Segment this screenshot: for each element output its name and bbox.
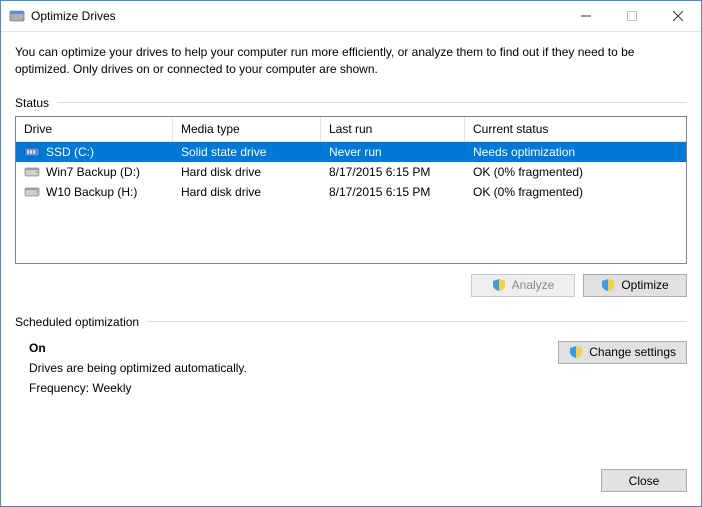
- scheduled-section: On Drives are being optimized automatica…: [15, 341, 687, 401]
- optimize-drives-window: Optimize Drives You can optimize your dr…: [0, 0, 702, 507]
- footer: Close: [15, 469, 687, 492]
- scheduled-text: On Drives are being optimized automatica…: [29, 341, 558, 401]
- cell-drive: W10 Backup (H:): [16, 184, 173, 200]
- minimize-button[interactable]: [563, 1, 609, 31]
- cell-media: Solid state drive: [173, 145, 321, 159]
- cell-drive: Win7 Backup (D:): [16, 164, 173, 180]
- close-button[interactable]: [655, 1, 701, 31]
- maximize-button[interactable]: [609, 1, 655, 31]
- window-title: Optimize Drives: [31, 9, 563, 23]
- cell-drive: SSD (C:): [16, 144, 173, 160]
- table-row[interactable]: W10 Backup (H:) Hard disk drive8/17/2015 …: [16, 182, 686, 202]
- cell-status: OK (0% fragmented): [465, 165, 686, 179]
- change-settings-button[interactable]: Change settings: [558, 341, 687, 364]
- scheduled-section-header: Scheduled optimization: [15, 315, 687, 329]
- divider: [147, 321, 687, 322]
- col-header-status[interactable]: Current status: [465, 117, 686, 141]
- shield-icon: [569, 345, 583, 359]
- scheduled-description: Drives are being optimized automatically…: [29, 361, 558, 375]
- drive-name: Win7 Backup (D:): [46, 165, 140, 179]
- scheduled-frequency: Frequency: Weekly: [29, 381, 558, 395]
- status-section-header: Status: [15, 96, 687, 110]
- drive-name: SSD (C:): [46, 145, 94, 159]
- col-header-last[interactable]: Last run: [321, 117, 465, 141]
- col-header-drive[interactable]: Drive: [16, 117, 173, 141]
- drives-table[interactable]: Drive Media type Last run Current status…: [15, 116, 687, 264]
- cell-media: Hard disk drive: [173, 165, 321, 179]
- window-body: You can optimize your drives to help you…: [1, 32, 701, 506]
- cell-last: Never run: [321, 145, 465, 159]
- table-header: Drive Media type Last run Current status: [16, 117, 686, 142]
- divider: [57, 102, 687, 103]
- table-row[interactable]: Win7 Backup (D:) Hard disk drive8/17/2015…: [16, 162, 686, 182]
- intro-text: You can optimize your drives to help you…: [15, 44, 687, 78]
- scheduled-state: On: [29, 341, 558, 355]
- optimize-label: Optimize: [621, 278, 668, 292]
- cell-media: Hard disk drive: [173, 185, 321, 199]
- optimize-button[interactable]: Optimize: [583, 274, 687, 297]
- table-body: SSD (C:) Solid state driveNever runNeeds …: [16, 142, 686, 202]
- close-label: Close: [629, 474, 660, 488]
- titlebar: Optimize Drives: [1, 1, 701, 32]
- status-label: Status: [15, 96, 49, 110]
- action-buttons: Analyze Optimize: [15, 274, 687, 297]
- analyze-label: Analyze: [512, 278, 555, 292]
- drive-name: W10 Backup (H:): [46, 185, 137, 199]
- window-controls: [563, 1, 701, 31]
- shield-icon: [492, 278, 506, 292]
- change-settings-label: Change settings: [589, 345, 676, 359]
- app-icon: [9, 8, 25, 24]
- col-header-media[interactable]: Media type: [173, 117, 321, 141]
- cell-status: OK (0% fragmented): [465, 185, 686, 199]
- ssd-icon: [24, 144, 40, 160]
- hdd-icon: [24, 164, 40, 180]
- analyze-button[interactable]: Analyze: [471, 274, 575, 297]
- cell-last: 8/17/2015 6:15 PM: [321, 185, 465, 199]
- scheduled-label: Scheduled optimization: [15, 315, 139, 329]
- cell-status: Needs optimization: [465, 145, 686, 159]
- shield-icon: [601, 278, 615, 292]
- close-button-footer[interactable]: Close: [601, 469, 687, 492]
- table-row[interactable]: SSD (C:) Solid state driveNever runNeeds …: [16, 142, 686, 162]
- cell-last: 8/17/2015 6:15 PM: [321, 165, 465, 179]
- hdd-icon: [24, 184, 40, 200]
